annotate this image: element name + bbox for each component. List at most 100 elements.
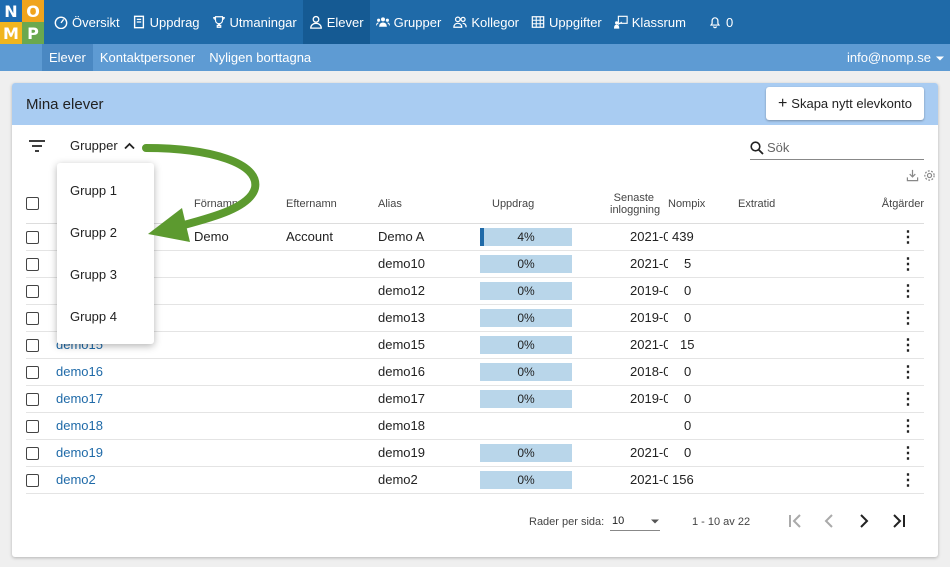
previous-page-icon[interactable] bbox=[820, 512, 838, 530]
search-input[interactable] bbox=[767, 140, 917, 155]
nav-item-notifications[interactable]: 0 bbox=[702, 0, 739, 44]
nompix-cell: 15 bbox=[668, 331, 738, 359]
column-header-extratid[interactable]: Extratid bbox=[738, 185, 818, 224]
nompix-cell: 0 bbox=[668, 439, 738, 467]
column-header-lastname[interactable]: Efternamn bbox=[286, 185, 378, 224]
username-link[interactable]: demo17 bbox=[56, 391, 103, 406]
row-actions-menu-icon[interactable]: ⋮ bbox=[818, 466, 924, 494]
table-row: demo10 0% 2021-01-22 08:00 5 ⋮ bbox=[26, 250, 924, 278]
lastname-cell bbox=[286, 331, 378, 359]
row-actions-menu-icon[interactable]: ⋮ bbox=[818, 223, 924, 251]
trophy-icon bbox=[212, 16, 225, 28]
nompix-cell: 0 bbox=[668, 277, 738, 305]
row-actions-menu-icon[interactable]: ⋮ bbox=[818, 412, 924, 440]
row-checkbox[interactable] bbox=[26, 231, 39, 245]
subnav-item-kontaktpersoner[interactable]: Kontaktpersoner bbox=[93, 44, 202, 71]
row-checkbox[interactable] bbox=[26, 474, 39, 488]
username-link[interactable]: demo19 bbox=[56, 445, 103, 460]
nav-item-utmaningar[interactable]: Utmaningar bbox=[206, 0, 303, 44]
row-actions-menu-icon[interactable]: ⋮ bbox=[818, 439, 924, 467]
subnav-item-elever[interactable]: Elever bbox=[42, 44, 93, 71]
nav-item-oversikt[interactable]: Översikt bbox=[48, 0, 126, 44]
progress-bar: 0% bbox=[480, 443, 572, 462]
username-link[interactable]: demo18 bbox=[56, 418, 103, 433]
dashboard-icon bbox=[54, 16, 68, 29]
filter-icon[interactable] bbox=[28, 139, 46, 153]
row-checkbox[interactable] bbox=[26, 447, 39, 461]
extratid-cell bbox=[738, 439, 818, 467]
column-header-uppdrag[interactable]: Uppdrag bbox=[480, 185, 610, 224]
progress-bar: 0% bbox=[480, 281, 572, 300]
firstname-cell bbox=[194, 439, 286, 467]
extratid-cell bbox=[738, 466, 818, 494]
progress-bar: 4% bbox=[480, 227, 572, 246]
firstname-cell bbox=[194, 412, 286, 440]
progress-bar: 0% bbox=[480, 308, 572, 327]
row-actions-menu-icon[interactable]: ⋮ bbox=[818, 331, 924, 359]
next-page-icon[interactable] bbox=[855, 512, 873, 530]
row-checkbox[interactable] bbox=[26, 285, 39, 299]
row-checkbox[interactable] bbox=[26, 420, 39, 434]
row-checkbox[interactable] bbox=[26, 258, 39, 272]
alias-cell: demo13 bbox=[378, 304, 480, 332]
extratid-cell bbox=[738, 331, 818, 359]
last-login-cell: 2021-03-12 19:41 bbox=[610, 223, 668, 251]
settings-gear-icon[interactable] bbox=[923, 169, 936, 182]
rows-per-page-select[interactable]: 10 bbox=[610, 511, 660, 531]
progress-text: 0% bbox=[517, 445, 535, 460]
row-actions-menu-icon[interactable]: ⋮ bbox=[818, 250, 924, 278]
select-all-checkbox[interactable] bbox=[26, 197, 39, 211]
nav-label: Grupper bbox=[393, 14, 442, 30]
nomp-logo[interactable]: N O M P bbox=[0, 0, 44, 44]
alias-cell: demo17 bbox=[378, 385, 480, 413]
create-student-button[interactable]: + Skapa nytt elevkonto bbox=[765, 87, 924, 120]
username-link[interactable]: demo2 bbox=[56, 472, 96, 487]
row-checkbox[interactable] bbox=[26, 366, 39, 380]
extratid-cell bbox=[738, 412, 818, 440]
row-actions-menu-icon[interactable]: ⋮ bbox=[818, 277, 924, 305]
search-box[interactable] bbox=[750, 136, 924, 160]
lastname-cell bbox=[286, 439, 378, 467]
row-checkbox[interactable] bbox=[26, 312, 39, 326]
nav-label: Uppgifter bbox=[549, 14, 602, 30]
table-row: demo15 demo15 0% 2021-02-02 13:45 15 ⋮ bbox=[26, 331, 924, 359]
nav-item-uppdrag[interactable]: Uppdrag bbox=[126, 0, 206, 44]
group-option[interactable]: Grupp 4 bbox=[57, 295, 154, 337]
lastname-cell bbox=[286, 358, 378, 386]
row-actions-menu-icon[interactable]: ⋮ bbox=[818, 358, 924, 386]
row-checkbox[interactable] bbox=[26, 339, 39, 353]
row-actions-menu-icon[interactable]: ⋮ bbox=[818, 304, 924, 332]
last-login-cell: 2019-03-27 12:46 bbox=[610, 304, 668, 332]
lastname-cell bbox=[286, 277, 378, 305]
alias-cell: demo10 bbox=[378, 250, 480, 278]
nav-item-kollegor[interactable]: Kollegor bbox=[447, 0, 525, 44]
download-icon[interactable] bbox=[906, 169, 919, 182]
plus-icon: + bbox=[777, 94, 788, 112]
group-option[interactable]: Grupp 3 bbox=[57, 253, 154, 295]
groups-label: Grupper bbox=[70, 138, 118, 153]
nompix-cell: 5 bbox=[668, 250, 738, 278]
column-header-nompix[interactable]: Nompix bbox=[668, 185, 738, 224]
table-row: demo16 demo16 0% 2018-02-15 11:12 0 ⋮ bbox=[26, 358, 924, 386]
last-page-icon[interactable] bbox=[890, 512, 908, 530]
row-actions-menu-icon[interactable]: ⋮ bbox=[818, 385, 924, 413]
top-navbar: N O M P Översikt Uppdrag Utmaningar Elev… bbox=[0, 0, 950, 44]
column-header-alias[interactable]: Alias bbox=[378, 185, 480, 224]
alias-cell: demo16 bbox=[378, 358, 480, 386]
extratid-cell bbox=[738, 223, 818, 251]
nav-item-elever[interactable]: Elever bbox=[302, 0, 370, 44]
subnav-item-nyligen-borttagna[interactable]: Nyligen borttagna bbox=[202, 44, 318, 71]
user-menu[interactable]: info@nomp.se bbox=[847, 44, 945, 71]
groups-toggle[interactable]: Grupper bbox=[70, 138, 135, 153]
column-header-last-login[interactable]: Senaste inloggning bbox=[610, 185, 668, 224]
nav-item-grupper[interactable]: Grupper bbox=[370, 0, 448, 44]
nav-item-klassrum[interactable]: Klassrum bbox=[608, 0, 692, 44]
table-row: demo13 0% 2019-03-27 12:46 0 ⋮ bbox=[26, 304, 924, 332]
progress-text: 0% bbox=[517, 337, 535, 352]
first-page-icon[interactable] bbox=[786, 512, 804, 530]
caret-down-icon bbox=[936, 56, 944, 60]
progress-text: 0% bbox=[517, 256, 535, 271]
nav-item-uppgifter[interactable]: Uppgifter bbox=[525, 0, 608, 44]
username-link[interactable]: demo16 bbox=[56, 364, 103, 379]
row-checkbox[interactable] bbox=[26, 393, 39, 407]
